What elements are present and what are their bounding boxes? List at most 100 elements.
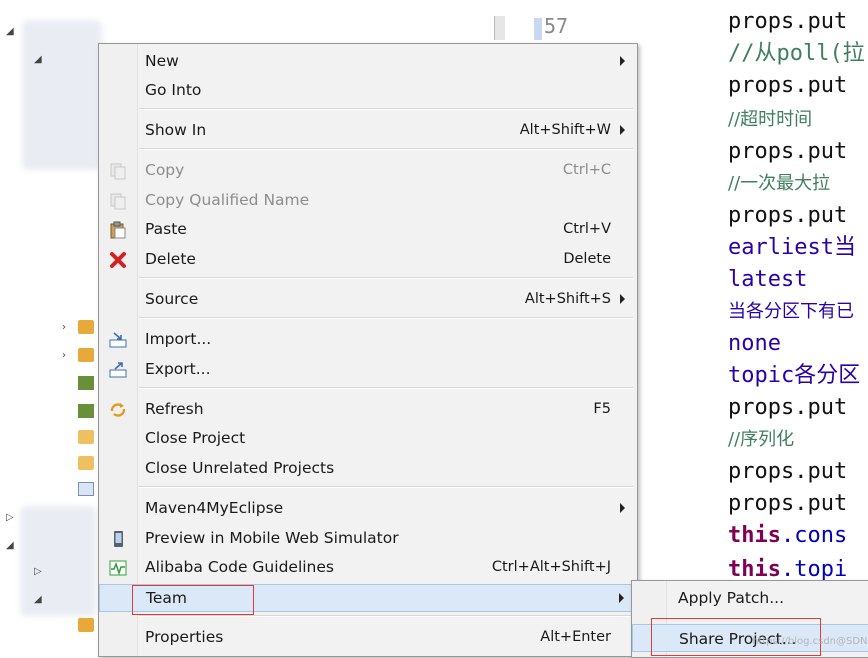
tree-expand-arrow[interactable]: ◢ <box>34 54 42 65</box>
code-line: topic各分区 <box>728 363 861 388</box>
menu-item-shortcut: Delete <box>563 251 611 267</box>
menu-item-label: Delete <box>145 250 196 268</box>
menu-item-properties[interactable]: Properties Alt+Enter <box>99 624 637 652</box>
menu-item-go-into[interactable]: Go Into <box>99 77 637 105</box>
menu-separator <box>139 387 633 389</box>
folder-icon <box>78 456 94 470</box>
menu-item-label: Preview in Mobile Web Simulator <box>145 529 399 547</box>
menu-item-shortcut: F5 <box>593 401 611 417</box>
menu-item-label: Source <box>145 290 199 308</box>
tree-collapse-arrow[interactable]: › <box>62 322 66 333</box>
field-access: .topi <box>780 557 848 582</box>
code-line: props.put <box>728 73 848 98</box>
menu-item-preview-mobile[interactable]: Preview in Mobile Web Simulator <box>99 525 637 553</box>
menu-item-label: Properties <box>145 628 224 646</box>
submenu-item-label: Apply Patch... <box>678 589 785 607</box>
code-editor: props.put //从poll(拉 props.put //超时时间 props.p… <box>716 0 868 656</box>
menu-item-label: New <box>145 52 179 70</box>
menu-item-export[interactable]: Export... <box>99 356 637 384</box>
paste-icon <box>109 221 127 239</box>
code-line: //一次最大拉 <box>728 173 831 194</box>
blurred-tree-region <box>20 506 96 616</box>
library-icon <box>78 376 94 390</box>
menu-item-source[interactable]: Source Alt+Shift+S <box>99 286 637 314</box>
tree-collapse-arrow[interactable]: › <box>62 350 66 361</box>
code-line: props.put <box>728 491 848 516</box>
menu-item-label: Copy <box>145 161 185 179</box>
guidelines-icon <box>109 559 127 577</box>
this-keyword: this <box>728 523 781 548</box>
watermark: https://blog.csdn@SDN@Betty <box>752 636 868 647</box>
delete-icon <box>109 251 127 269</box>
maven-pom-icon <box>78 482 94 496</box>
submenu-arrow-icon <box>620 125 625 135</box>
menu-item-label: Maven4MyEclipse <box>145 499 284 517</box>
mobile-icon <box>109 530 127 548</box>
menu-separator <box>139 615 633 617</box>
menu-item-show-in[interactable]: Show In Alt+Shift+W <box>99 117 637 145</box>
annotation-box-team <box>132 585 254 615</box>
menu-item-alibaba[interactable]: Alibaba Code Guidelines Ctrl+Alt+Shift+J <box>99 554 637 582</box>
menu-item-paste[interactable]: Paste Ctrl+V <box>99 216 637 244</box>
menu-item-close-project[interactable]: Close Project <box>99 425 637 453</box>
menu-item-label: Refresh <box>145 400 204 418</box>
package-icon <box>78 348 94 362</box>
tree-expand-arrow[interactable]: ◢ <box>6 26 14 37</box>
menu-item-close-unrelated[interactable]: Close Unrelated Projects <box>99 455 637 483</box>
menu-item-shortcut: Alt+Shift+S <box>524 291 611 307</box>
menu-item-shortcut: Alt+Enter <box>540 629 611 645</box>
import-icon <box>109 331 127 349</box>
menu-item-refresh[interactable]: Refresh F5 <box>99 396 637 424</box>
menu-item-label: Close Unrelated Projects <box>145 459 335 477</box>
menu-item-shortcut: Ctrl+Alt+Shift+J <box>491 559 611 575</box>
tree-expand-arrow[interactable]: ◢ <box>34 594 42 605</box>
copy-icon <box>109 192 127 210</box>
submenu-arrow-icon <box>620 503 625 513</box>
submenu-item-apply-patch[interactable]: Apply Patch... <box>632 584 868 612</box>
line-highlight <box>534 18 542 40</box>
menu-item-delete[interactable]: Delete Delete <box>99 246 637 274</box>
package-icon <box>78 320 94 334</box>
code-line: props.put <box>728 395 848 420</box>
tree-collapse-arrow[interactable]: ▷ <box>34 566 42 577</box>
tree-expand-arrow[interactable]: ◢ <box>6 540 14 551</box>
package-icon <box>78 618 94 632</box>
code-line: earliest当 <box>728 235 856 260</box>
menu-separator <box>139 277 633 279</box>
editor-gutter: 57 <box>490 0 568 40</box>
menu-item-label: Copy Qualified Name <box>145 191 310 209</box>
blurred-tree-region <box>22 20 102 170</box>
folder-icon <box>78 430 94 444</box>
copy-icon <box>109 162 127 180</box>
library-icon <box>78 404 94 418</box>
field-access: .cons <box>780 523 848 548</box>
menu-item-label: Paste <box>145 220 187 238</box>
overview-ruler <box>494 16 505 40</box>
submenu-arrow-icon <box>620 294 625 304</box>
this-keyword: this <box>728 557 781 582</box>
context-menu: New Go Into Show In Alt+Shift+W Copy Ctrl+C Co… <box>98 43 638 657</box>
menu-item-maven[interactable]: Maven4MyEclipse <box>99 495 637 523</box>
submenu-arrow-icon <box>620 56 625 66</box>
code-line: props.put <box>728 139 848 164</box>
submenu-arrow-icon <box>619 593 624 603</box>
code-line: props.put <box>728 459 848 484</box>
tree-collapse-arrow[interactable]: ▷ <box>6 512 14 523</box>
menu-item-copy-qualified: Copy Qualified Name <box>99 187 637 215</box>
menu-separator <box>139 148 633 150</box>
menu-item-label: Alibaba Code Guidelines <box>145 558 334 576</box>
menu-item-shortcut: Ctrl+V <box>563 221 611 237</box>
menu-separator <box>139 486 633 488</box>
menu-item-import[interactable]: Import... <box>99 326 637 354</box>
code-line: this.cons <box>728 522 847 550</box>
code-line: latest <box>728 267 808 292</box>
menu-item-shortcut: Ctrl+C <box>562 162 611 178</box>
menu-item-new[interactable]: New <box>99 48 637 76</box>
code-line: props.put <box>728 9 848 34</box>
menu-separator <box>139 317 633 319</box>
menu-item-copy: Copy Ctrl+C <box>99 157 637 185</box>
code-line: //从poll(拉 <box>728 41 865 66</box>
menu-item-label: Export... <box>145 360 211 378</box>
export-icon <box>109 361 127 379</box>
line-number: 57 <box>544 14 569 38</box>
